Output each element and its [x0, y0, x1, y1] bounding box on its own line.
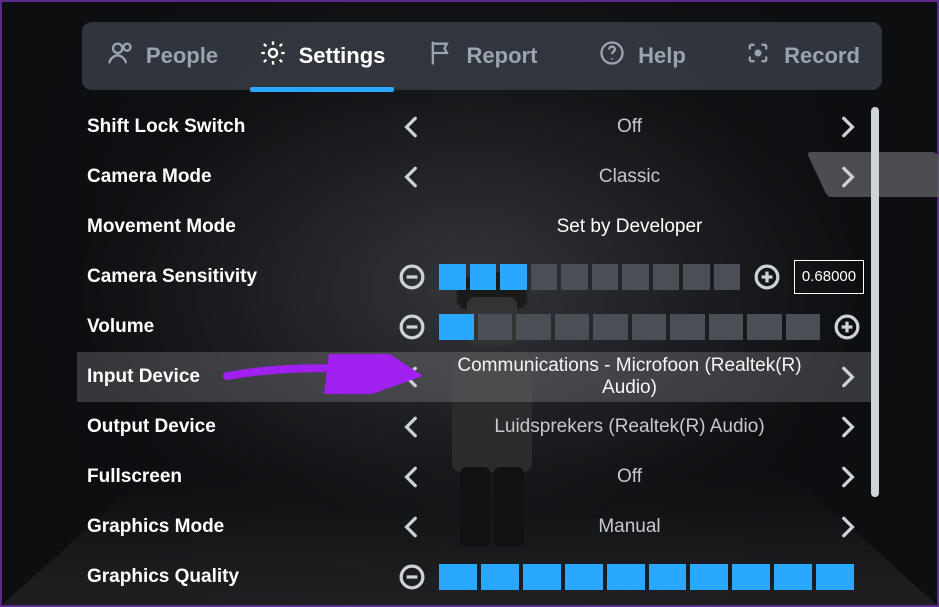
- gear-icon: [259, 39, 287, 73]
- setting-value: Luidsprekers (Realtek(R) Audio): [429, 416, 830, 438]
- setting-label: Movement Mode: [79, 216, 389, 238]
- tab-bar: People Settings Report Help Record: [82, 22, 882, 90]
- setting-volume: Volume: [77, 302, 872, 352]
- setting-label: Fullscreen: [79, 466, 389, 488]
- chevron-left-icon[interactable]: [395, 410, 429, 444]
- setting-fullscreen: Fullscreen Off: [77, 452, 872, 502]
- setting-label: Camera Mode: [79, 166, 389, 188]
- setting-value: Set by Developer: [395, 216, 864, 238]
- tab-report[interactable]: Report: [402, 22, 562, 90]
- setting-value: Classic: [429, 166, 830, 188]
- setting-label: Volume: [79, 316, 389, 338]
- setting-value: Off: [429, 466, 830, 488]
- chevron-left-icon[interactable]: [395, 110, 429, 144]
- setting-input-device: Input Device Communications - Microfoon …: [77, 352, 872, 402]
- scrollbar-thumb[interactable]: [871, 107, 879, 497]
- tab-label: People: [146, 43, 218, 69]
- camera-sensitivity-input[interactable]: 0.68000: [794, 260, 864, 294]
- camera-sensitivity-slider[interactable]: [439, 264, 740, 290]
- setting-camera-sensitivity: Camera Sensitivity 0.68000: [77, 252, 872, 302]
- tab-record[interactable]: Record: [722, 22, 882, 90]
- setting-value: Communications - Microfoon (Realtek(R) A…: [429, 355, 830, 399]
- setting-shift-lock: Shift Lock Switch Off: [77, 102, 872, 152]
- chevron-left-icon[interactable]: [395, 360, 429, 394]
- tab-people[interactable]: People: [82, 22, 242, 90]
- setting-label: Output Device: [79, 416, 389, 438]
- setting-graphics-quality: Graphics Quality: [77, 552, 872, 602]
- plus-icon[interactable]: [830, 310, 864, 344]
- tab-label: Help: [638, 43, 686, 69]
- chevron-right-icon[interactable]: [830, 410, 864, 444]
- chevron-left-icon[interactable]: [395, 160, 429, 194]
- setting-graphics-mode: Graphics Mode Manual: [77, 502, 872, 552]
- tab-help[interactable]: Help: [562, 22, 722, 90]
- tab-label: Record: [784, 43, 860, 69]
- setting-camera-mode: Camera Mode Classic: [77, 152, 872, 202]
- chevron-right-icon[interactable]: [830, 160, 864, 194]
- graphics-quality-slider[interactable]: [439, 564, 854, 590]
- setting-value: Off: [429, 116, 830, 138]
- setting-label: Graphics Mode: [79, 516, 389, 538]
- minus-icon[interactable]: [395, 310, 429, 344]
- setting-output-device: Output Device Luidsprekers (Realtek(R) A…: [77, 402, 872, 452]
- tab-settings[interactable]: Settings: [242, 22, 402, 90]
- flag-icon: [427, 39, 455, 73]
- chevron-left-icon[interactable]: [395, 510, 429, 544]
- chevron-left-icon[interactable]: [395, 460, 429, 494]
- record-icon: [744, 39, 772, 73]
- tab-label: Settings: [299, 43, 386, 69]
- setting-label: Input Device: [79, 366, 389, 388]
- chevron-right-icon[interactable]: [830, 110, 864, 144]
- setting-label: Graphics Quality: [79, 566, 389, 588]
- tab-label: Report: [467, 43, 538, 69]
- volume-slider[interactable]: [439, 314, 820, 340]
- chevron-right-icon[interactable]: [830, 360, 864, 394]
- setting-label: Camera Sensitivity: [79, 266, 389, 288]
- setting-movement-mode: Movement Mode Set by Developer: [77, 202, 872, 252]
- people-icon: [106, 39, 134, 73]
- chevron-right-icon[interactable]: [830, 460, 864, 494]
- setting-label: Shift Lock Switch: [79, 116, 389, 138]
- minus-icon[interactable]: [395, 260, 429, 294]
- minus-icon[interactable]: [395, 560, 429, 594]
- plus-icon[interactable]: [750, 260, 784, 294]
- chevron-right-icon[interactable]: [830, 510, 864, 544]
- setting-value: Manual: [429, 516, 830, 538]
- settings-panel: Shift Lock Switch Off Camera Mode Classi…: [77, 102, 872, 602]
- help-icon: [598, 39, 626, 73]
